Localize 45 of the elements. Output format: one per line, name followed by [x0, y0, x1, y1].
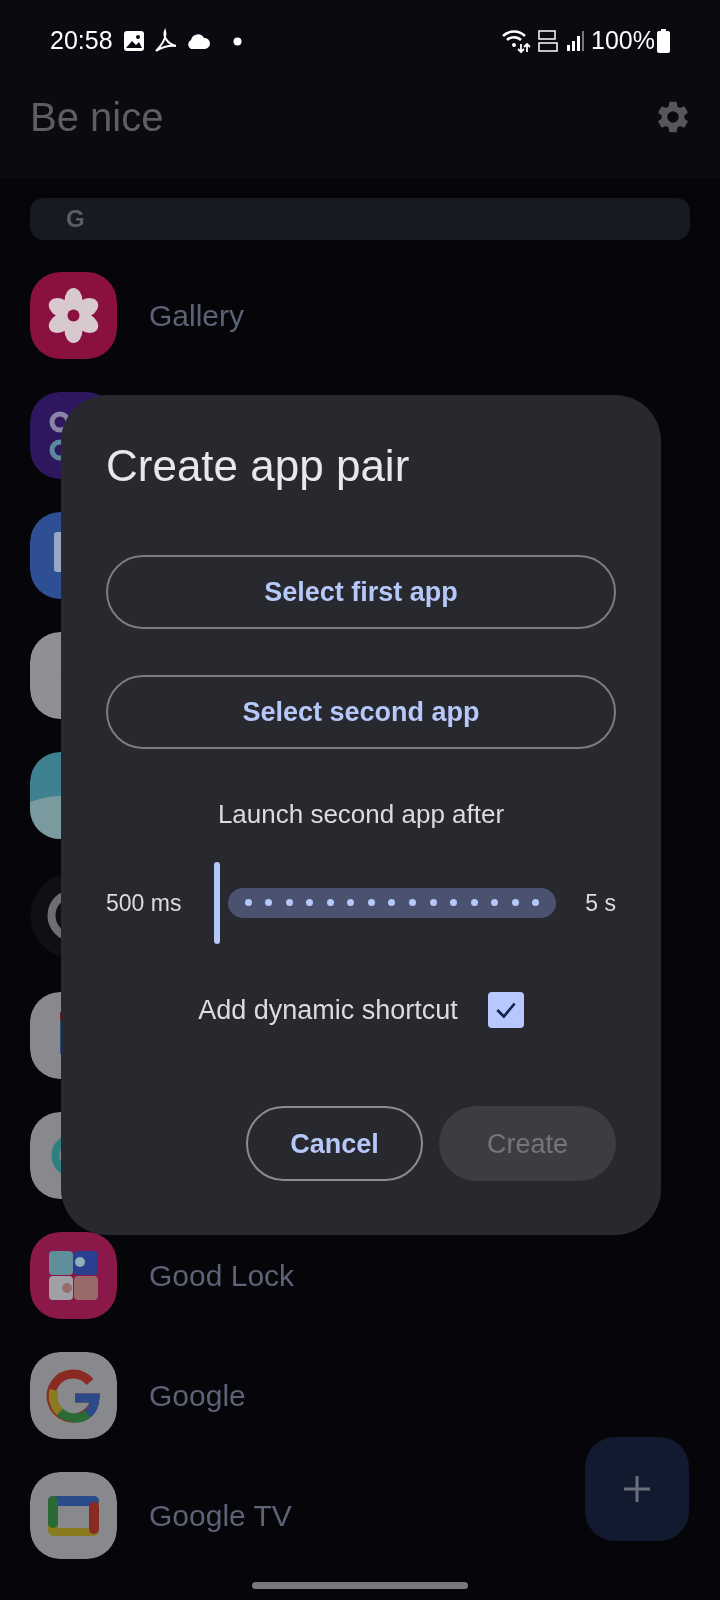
- section-header: G: [30, 198, 690, 240]
- plus-icon: [622, 1474, 652, 1504]
- app-name[interactable]: Google: [149, 1372, 246, 1418]
- tick-mark: [347, 899, 355, 907]
- min-value: 500 ms: [106, 888, 183, 918]
- max-value: 5 s: [584, 888, 616, 918]
- shortcut-label: Add dynamic shortcut: [198, 993, 458, 1027]
- tick-mark: [450, 899, 458, 907]
- tick-mark: [409, 899, 416, 907]
- tick-mark: [429, 899, 437, 907]
- tick-mark: [265, 899, 273, 907]
- pdf-icon: [152, 28, 179, 54]
- signal-icon: [567, 31, 586, 51]
- app-name[interactable]: Gallery: [149, 292, 245, 338]
- dialog-title: Create app pair: [106, 440, 411, 492]
- tv-icon: [30, 1471, 117, 1559]
- tick-mark: [388, 899, 396, 907]
- tick-mark: [511, 899, 519, 907]
- tick-mark: [491, 899, 499, 907]
- delay-slider[interactable]: [214, 861, 556, 944]
- notification-dot-icon: [232, 36, 242, 46]
- delay-label: Launch second app after: [216, 797, 506, 831]
- dialog-action-button[interactable]: Cancel: [246, 1106, 423, 1182]
- app-name[interactable]: Google TV: [149, 1492, 292, 1538]
- battery-percent: 100%: [591, 25, 655, 57]
- flower-icon: [30, 271, 117, 359]
- shortcut-checkbox[interactable]: [487, 992, 524, 1029]
- puzzle-icon: [30, 1231, 117, 1319]
- tick-mark: [367, 899, 375, 907]
- tick-mark: [306, 899, 314, 907]
- battery-icon: [657, 29, 670, 53]
- wifi-icon: [501, 28, 532, 54]
- app-title: Be nice: [30, 94, 164, 141]
- clock: 20:58: [50, 25, 113, 57]
- app-name[interactable]: Good Lock: [149, 1252, 295, 1298]
- image-icon: [122, 30, 145, 52]
- tick-mark: [244, 899, 252, 907]
- tick-mark: [470, 899, 478, 907]
- g-logo-icon: [30, 1351, 117, 1439]
- slider-thumb[interactable]: [214, 861, 220, 944]
- tick-mark: [285, 899, 293, 907]
- select-app-button[interactable]: Select first app: [106, 554, 616, 629]
- tick-mark: [326, 899, 334, 907]
- tick-mark: [532, 899, 540, 907]
- select-app-button[interactable]: Select second app: [106, 674, 616, 749]
